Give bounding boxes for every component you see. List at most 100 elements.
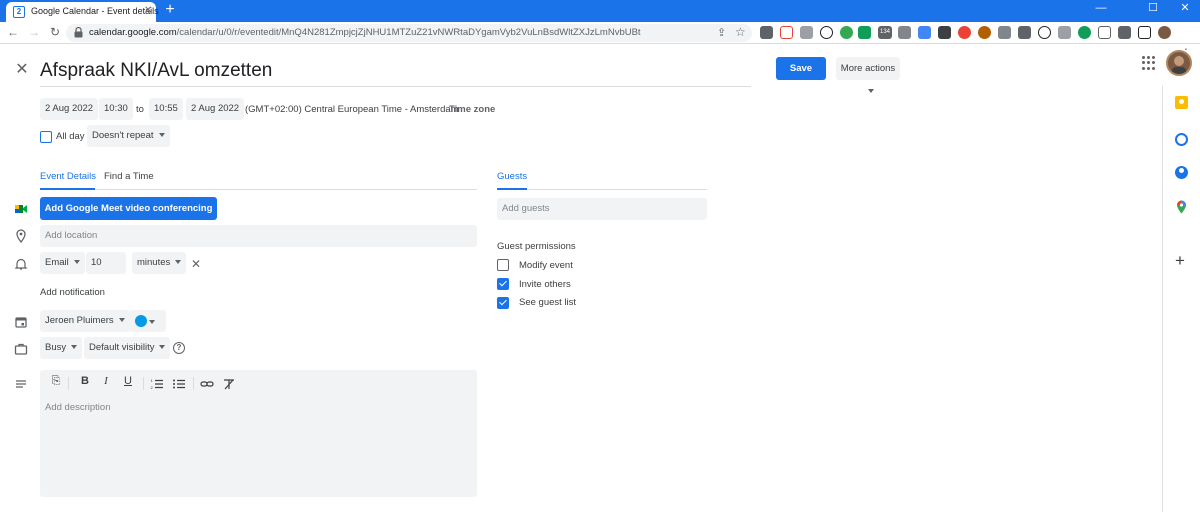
to-label: to xyxy=(136,104,144,115)
allday-label: All day xyxy=(56,131,85,142)
modify-event-label: Modify event xyxy=(519,260,573,271)
puzzle-icon[interactable] xyxy=(1118,26,1131,39)
attachment-icon[interactable]: ⎘ xyxy=(49,375,63,388)
visibility-dropdown[interactable]: Default visibility xyxy=(84,337,171,359)
extension-icon[interactable] xyxy=(1078,26,1091,39)
extension-icon[interactable] xyxy=(958,26,971,39)
tab-title: Google Calendar - Event details xyxy=(31,6,159,16)
window-close-icon[interactable]: ✕ xyxy=(1170,0,1200,20)
side-panel-icon[interactable] xyxy=(1138,26,1151,39)
extension-icon[interactable] xyxy=(800,26,813,39)
more-actions-button[interactable]: More actions xyxy=(836,57,900,94)
phone-extension-icon[interactable] xyxy=(840,26,853,39)
timezone-button[interactable]: Time zone xyxy=(449,104,495,115)
extension-icon[interactable] xyxy=(1018,26,1031,39)
address-bar[interactable]: calendar.google.com/calendar/u/0/r/event… xyxy=(66,24,752,42)
search-extension-icon[interactable] xyxy=(820,26,833,39)
minimize-icon[interactable]: — xyxy=(1086,0,1116,20)
extension-icon[interactable] xyxy=(978,26,991,39)
apps-grid-icon[interactable] xyxy=(1142,56,1156,70)
back-icon[interactable]: ← xyxy=(6,25,20,39)
bold-icon[interactable]: B xyxy=(78,375,92,387)
add-notification-button[interactable]: Add notification xyxy=(40,287,105,298)
extension-icon[interactable] xyxy=(1058,26,1071,39)
reload-icon[interactable]: ↻ xyxy=(48,25,62,39)
event-color-dropdown[interactable] xyxy=(129,310,166,332)
text-align-icon xyxy=(16,380,26,388)
extension-icon[interactable] xyxy=(998,26,1011,39)
keep-icon[interactable] xyxy=(1175,96,1188,109)
contacts-icon[interactable] xyxy=(1175,166,1188,179)
tab-close-icon[interactable]: ✕ xyxy=(144,5,152,16)
remove-notification-icon[interactable]: ✕ xyxy=(191,257,201,271)
browser-tab-strip: 2 Google Calendar - Event details ✕ + — … xyxy=(0,0,1200,22)
star-icon[interactable]: ☆ xyxy=(735,25,746,39)
underline-icon[interactable]: U xyxy=(121,375,135,387)
tab-divider xyxy=(40,189,477,190)
timezone-text[interactable]: (GMT+02:00) Central European Time - Amst… xyxy=(245,104,459,115)
tab-event-details[interactable]: Event Details xyxy=(40,171,96,182)
browser-tab[interactable]: 2 Google Calendar - Event details ✕ xyxy=(6,2,159,22)
busy-dropdown[interactable]: Busy xyxy=(40,337,83,359)
calendar-icon xyxy=(15,317,27,328)
italic-icon[interactable]: I xyxy=(99,375,113,387)
add-meet-button[interactable]: Add Google Meet video conferencing xyxy=(40,197,217,220)
notification-type-dropdown[interactable]: Email xyxy=(40,252,85,274)
avatar[interactable] xyxy=(1166,50,1192,76)
repeat-dropdown[interactable]: Doesn't repeat xyxy=(87,125,170,147)
gmail-extension-icon[interactable] xyxy=(780,26,793,39)
see-guest-list-checkbox[interactable] xyxy=(497,297,509,309)
end-time-picker[interactable]: 10:55 xyxy=(149,98,183,120)
extension-icon[interactable] xyxy=(858,26,871,39)
calendar-owner-label: Jeroen Pluimers xyxy=(45,315,114,326)
notification-value-input[interactable]: 10 xyxy=(86,252,126,274)
maximize-icon[interactable]: ☐ xyxy=(1138,0,1168,20)
toolbar-divider xyxy=(193,377,194,390)
save-button[interactable]: Save xyxy=(776,57,826,80)
link-icon[interactable] xyxy=(200,377,214,391)
invite-others-checkbox[interactable] xyxy=(497,278,509,290)
description-editor[interactable]: Add description xyxy=(40,370,477,497)
share-icon[interactable]: ⇪ xyxy=(717,26,726,39)
search-extension-icon[interactable] xyxy=(1038,26,1051,39)
tasks-icon[interactable] xyxy=(1175,133,1188,146)
maps-icon[interactable] xyxy=(1175,200,1188,214)
notification-unit-dropdown[interactable]: minutes xyxy=(132,252,187,274)
clear-format-icon[interactable] xyxy=(222,377,236,391)
allday-checkbox[interactable] xyxy=(40,131,52,143)
badge-extension-icon[interactable]: 134 xyxy=(878,26,892,39)
svg-text:2: 2 xyxy=(151,385,154,390)
modify-event-checkbox[interactable] xyxy=(497,259,509,271)
add-guests-input[interactable]: Add guests xyxy=(497,198,707,220)
extension-icon[interactable] xyxy=(1098,26,1111,39)
calendar-owner-dropdown[interactable]: Jeroen Pluimers xyxy=(40,310,130,332)
extension-icon[interactable] xyxy=(898,26,911,39)
numbered-list-icon[interactable]: 12 xyxy=(150,377,164,391)
close-icon[interactable]: ✕ xyxy=(14,62,30,78)
tab-guests[interactable]: Guests xyxy=(497,171,527,182)
start-time-picker[interactable]: 10:30 xyxy=(99,98,133,120)
plus-icon[interactable]: + xyxy=(1175,252,1185,269)
location-input[interactable]: Add location xyxy=(40,225,477,247)
chevron-down-icon xyxy=(149,320,155,324)
extension-icon[interactable] xyxy=(918,26,931,39)
start-date-picker[interactable]: 2 Aug 2022 xyxy=(40,98,99,120)
bulleted-list-icon[interactable] xyxy=(172,377,186,391)
event-title-input[interactable]: Afspraak NKI/AvL omzetten xyxy=(40,57,751,87)
chevron-down-icon xyxy=(867,89,874,94)
extension-icon[interactable] xyxy=(760,26,773,39)
chevron-down-icon xyxy=(175,260,182,265)
chevron-down-icon xyxy=(73,260,80,265)
browser-toolbar: ← → ↻ calendar.google.com/calendar/u/0/r… xyxy=(0,22,1200,60)
end-date-picker[interactable]: 2 Aug 2022 xyxy=(186,98,245,120)
repeat-label: Doesn't repeat xyxy=(92,130,154,141)
location-icon xyxy=(16,229,26,243)
new-tab-button[interactable]: + xyxy=(162,2,178,18)
extension-icon[interactable] xyxy=(938,26,951,39)
forward-icon[interactable]: → xyxy=(27,25,41,39)
tab-indicator xyxy=(40,188,95,190)
description-input[interactable]: Add description xyxy=(45,402,110,413)
profile-icon[interactable] xyxy=(1158,26,1171,39)
tab-find-a-time[interactable]: Find a Time xyxy=(104,171,154,182)
help-icon[interactable]: ? xyxy=(173,342,185,354)
